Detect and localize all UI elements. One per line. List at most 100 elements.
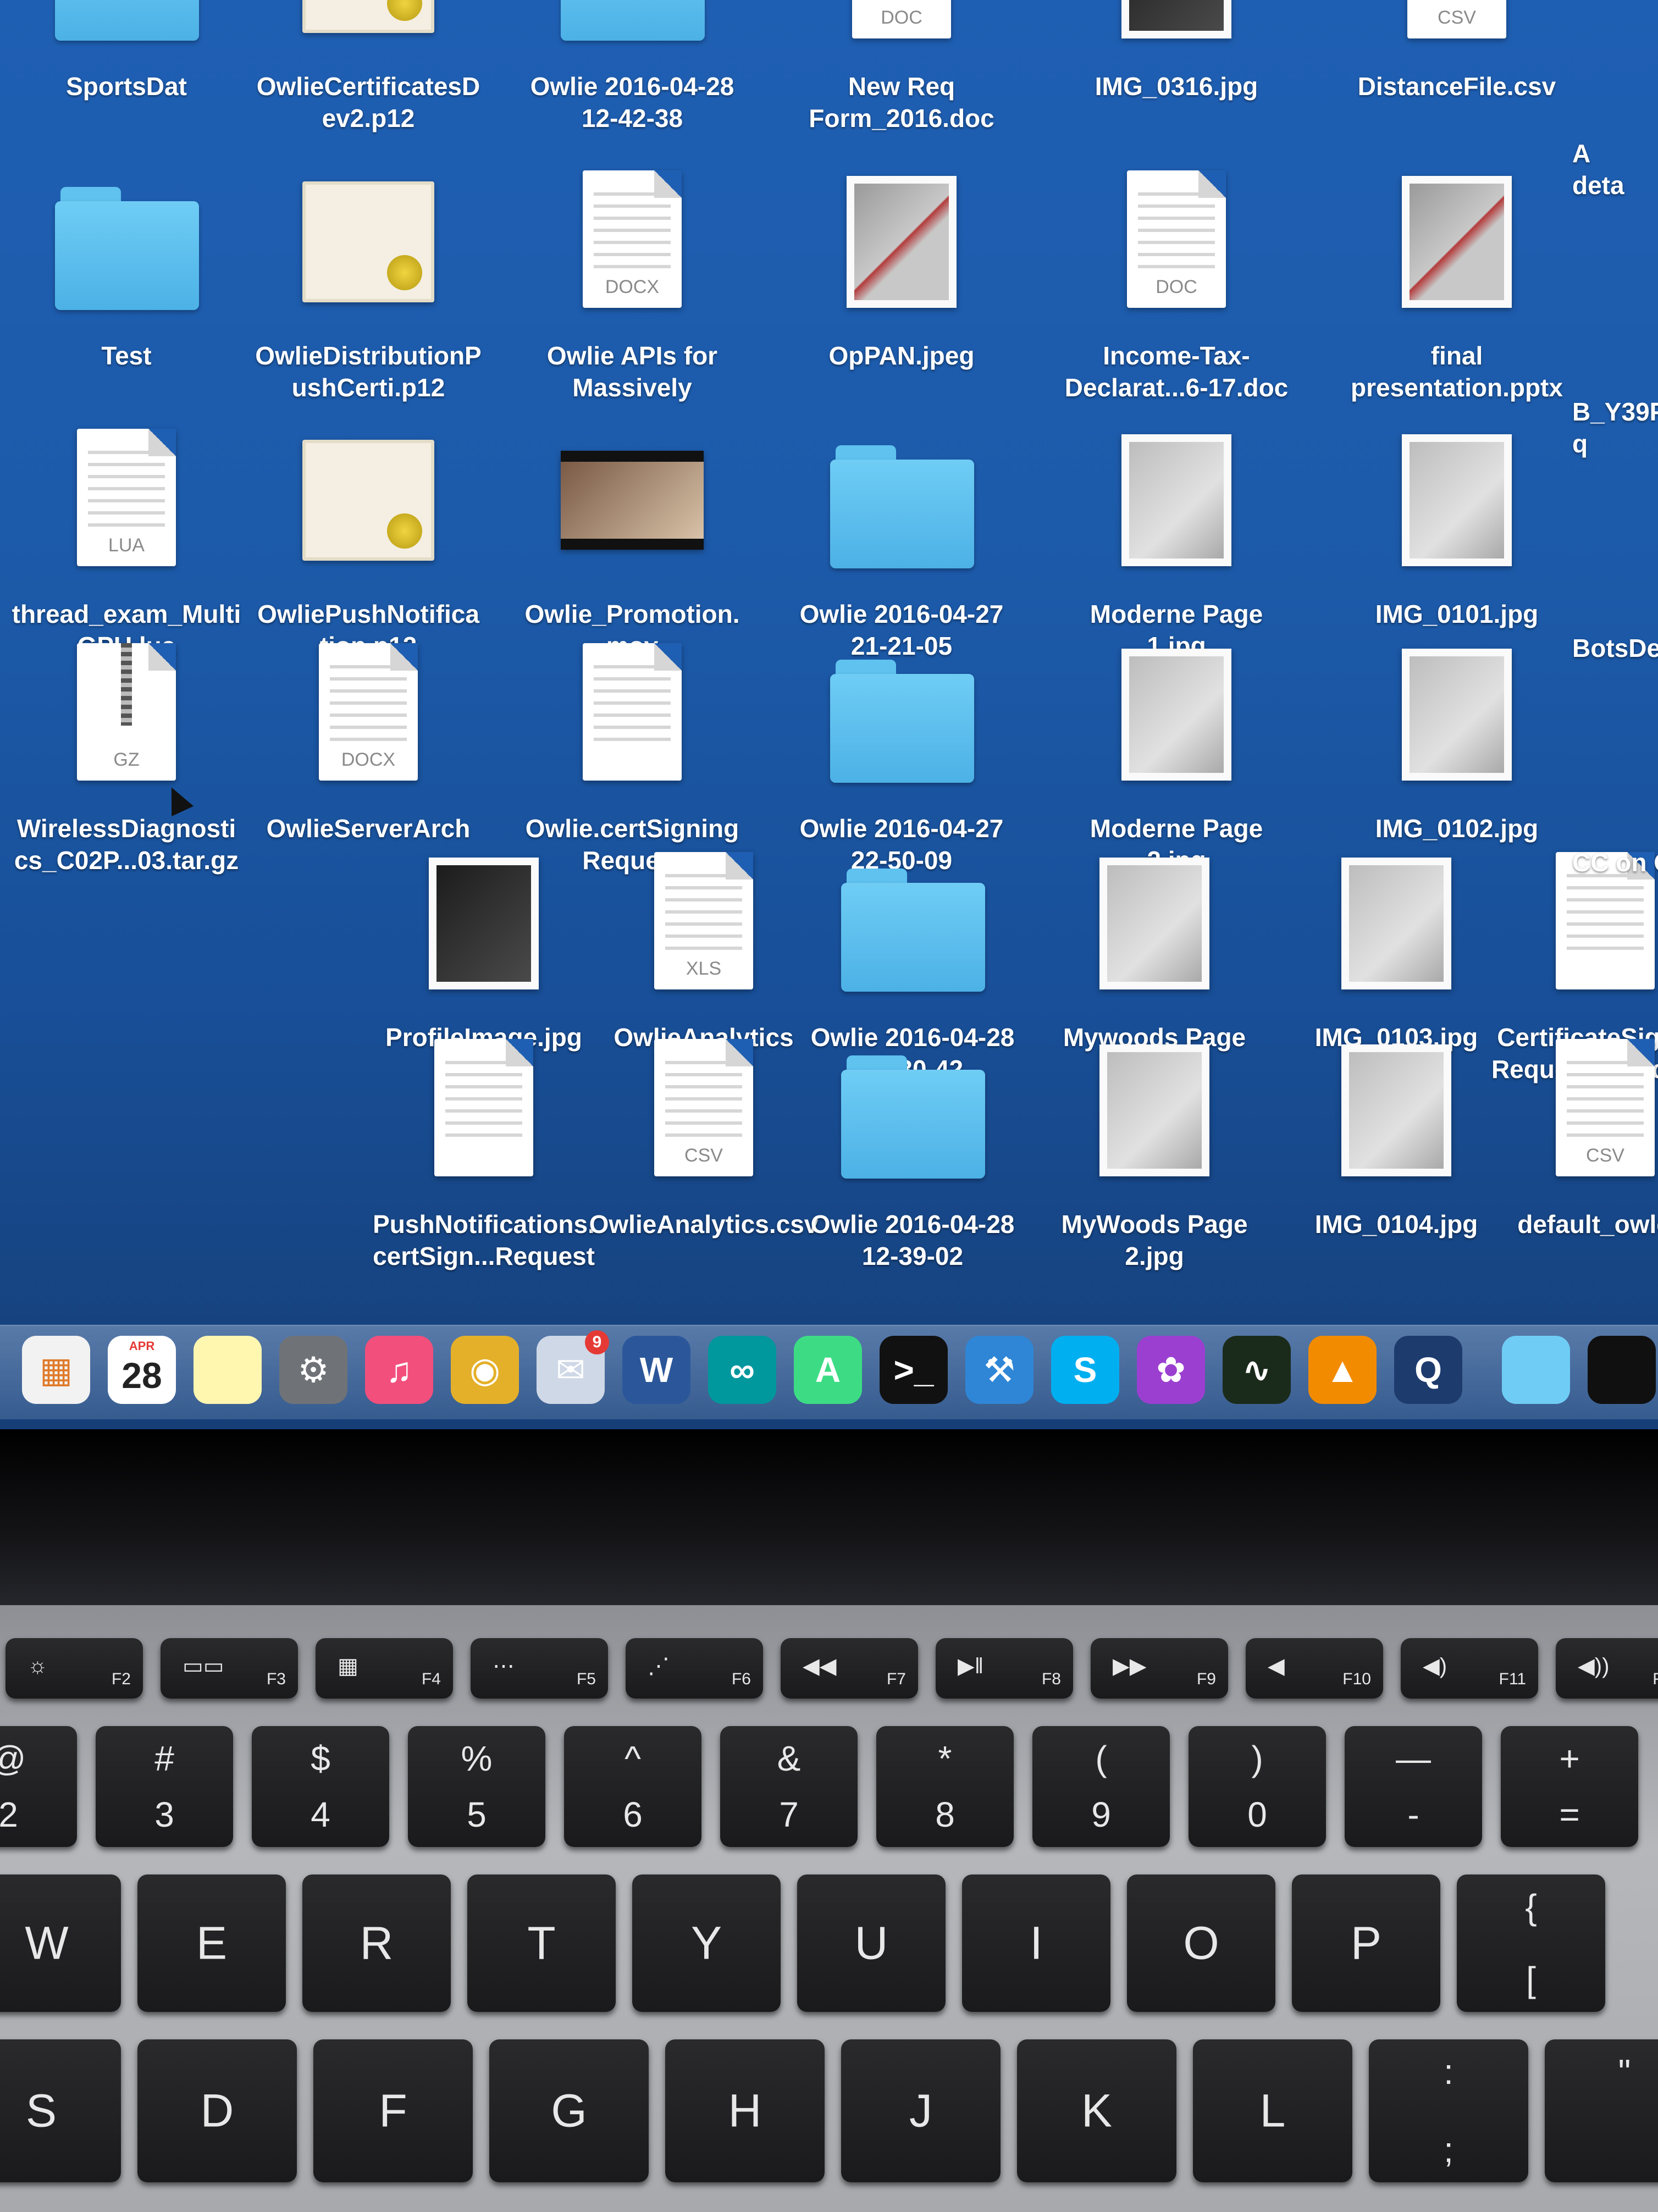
quicktime-icon[interactable]: Q: [1394, 1336, 1462, 1404]
terminal-icon[interactable]: >_: [880, 1336, 948, 1404]
recent-item-icon[interactable]: [1588, 1336, 1656, 1404]
letter-key-i[interactable]: I: [962, 1874, 1110, 2012]
function-key-f8[interactable]: ▶ǁ F8: [936, 1638, 1073, 1699]
desktop-icon[interactable]: PushNotifications. certSign...Request: [363, 1033, 605, 1272]
number-key-0[interactable]: @2: [0, 1726, 77, 1847]
desktop-icon[interactable]: ProfileImage.jpg: [363, 847, 605, 1053]
desktop-icon[interactable]: final presentation.pptx: [1336, 165, 1578, 403]
partial-desktop-icon[interactable]: A deta: [1572, 137, 1658, 201]
letter-key-u[interactable]: U: [797, 1874, 946, 2012]
desktop-icon[interactable]: Owlie 2016-04-27 22-50-09: [781, 638, 1023, 876]
activity-monitor-icon[interactable]: ∿: [1223, 1336, 1291, 1404]
desktop-icon[interactable]: DOC Income-Tax- Declarat...6-17.doc: [1055, 165, 1297, 403]
desktop-icon[interactable]: IMG_0101.jpg: [1336, 423, 1578, 630]
chrome-icon[interactable]: ◉: [451, 1336, 519, 1404]
number-key-9[interactable]: — -: [1345, 1726, 1482, 1847]
number-key-3[interactable]: % 5: [408, 1726, 545, 1847]
number-key-6[interactable]: * 8: [876, 1726, 1014, 1847]
desktop-icon[interactable]: OwliePushNotifica tion.p12: [247, 423, 489, 662]
desktop-icon[interactable]: IMG_0104.jpg: [1275, 1033, 1517, 1240]
function-key-f4[interactable]: ▦ F4: [316, 1638, 453, 1699]
function-key-f5[interactable]: ⋯ F5: [471, 1638, 608, 1699]
letter-key-e[interactable]: E: [137, 1874, 286, 2012]
number-key-8[interactable]: ) 0: [1189, 1726, 1326, 1847]
downloads-folder-icon[interactable]: [1502, 1336, 1570, 1404]
key-letter: K: [1081, 2084, 1113, 2137]
function-key-f3[interactable]: ▭▭ F3: [161, 1638, 298, 1699]
letter-key-l[interactable]: L: [1193, 2039, 1352, 2182]
desktop-icon[interactable]: Owlie 2016-04-27 21-21-05: [781, 423, 1023, 662]
desktop-icon[interactable]: CSV DistanceFile.csv: [1336, 0, 1578, 102]
partial-desktop-icon[interactable]: B_Y39P q: [1572, 396, 1658, 460]
letter-key-h[interactable]: H: [665, 2039, 825, 2182]
partial-desktop-icon[interactable]: BotsDe: [1572, 632, 1658, 664]
desktop-icon[interactable]: Owlie.certSigning Request: [511, 638, 753, 876]
number-key-4[interactable]: ^ 6: [564, 1726, 701, 1847]
vlc-icon[interactable]: ▲: [1308, 1336, 1377, 1404]
letter-key-k[interactable]: K: [1017, 2039, 1176, 2182]
desktop-icon[interactable]: Test: [5, 165, 247, 372]
desktop-icon[interactable]: IMG_0102.jpg: [1336, 638, 1578, 844]
partial-desktop-icon[interactable]: CC on Owlie.j: [1572, 847, 1658, 878]
desktop-icon[interactable]: SportsDat: [5, 0, 247, 102]
punctuation-key[interactable]: :;: [1369, 2039, 1528, 2182]
word-icon[interactable]: W: [622, 1336, 690, 1404]
number-key-10[interactable]: + =: [1501, 1726, 1638, 1847]
letter-key-r[interactable]: R: [302, 1874, 451, 2012]
desktop-icon[interactable]: IMG_0316.jpg: [1055, 0, 1297, 102]
desktop-icon-label: OwlieCertificatesD ev2.p12: [256, 72, 480, 132]
arduino-icon[interactable]: ∞: [708, 1336, 776, 1404]
desktop-icon[interactable]: Moderne Page 1.jpg: [1055, 423, 1297, 662]
letter-key-w[interactable]: W: [0, 1874, 121, 2012]
function-key-f10[interactable]: ◀ F10: [1246, 1638, 1383, 1699]
letter-key-j[interactable]: J: [841, 2039, 1001, 2182]
function-key-f6[interactable]: ⋰ F6: [626, 1638, 763, 1699]
calendar-icon[interactable]: APR 28: [108, 1336, 176, 1404]
desktop-icon[interactable]: Owlie_Promotion. mov: [511, 423, 753, 662]
notes-icon[interactable]: [194, 1336, 262, 1404]
launchpad-icon[interactable]: ▦: [22, 1336, 90, 1404]
letter-key-d[interactable]: D: [137, 2039, 297, 2182]
xcode-icon[interactable]: ⚒: [965, 1336, 1034, 1404]
letter-key-y[interactable]: Y: [632, 1874, 781, 2012]
desktop-icon[interactable]: GZ WirelessDiagnosti cs_C02P...03.tar.gz: [5, 638, 247, 876]
letter-key-f[interactable]: F: [313, 2039, 473, 2182]
desktop-icon[interactable]: OwlieDistributionP ushCerti.p12: [247, 165, 489, 403]
letter-key-g[interactable]: G: [489, 2039, 649, 2182]
desktop-icon[interactable]: OpPAN.jpeg: [781, 165, 1023, 372]
desktop-icon[interactable]: XLS OwlieAnalytics: [583, 847, 825, 1053]
desktop-icon[interactable]: DOC New Req Form_2016.doc: [781, 0, 1023, 134]
desktop-icon[interactable]: CSV OwlieAnalytics.csv: [583, 1033, 825, 1240]
desktop-icon[interactable]: MyWoods Page 2.jpg: [1034, 1033, 1275, 1272]
function-key-f12[interactable]: ◀)) F12: [1556, 1638, 1658, 1699]
desktop-icon[interactable]: IMG_0103.jpg: [1275, 847, 1517, 1053]
skype-icon[interactable]: S: [1051, 1336, 1119, 1404]
desktop-icon[interactable]: Moderne Page 2.jpg: [1055, 638, 1297, 876]
mail-icon[interactable]: ✉ 9: [537, 1330, 609, 1404]
desktop-icon[interactable]: CSV default_owlets: [1484, 1033, 1658, 1240]
android-studio-icon[interactable]: A: [794, 1336, 862, 1404]
punctuation-key[interactable]: ": [1545, 2039, 1658, 2182]
letter-key-t[interactable]: T: [467, 1874, 616, 2012]
desktop-icon[interactable]: DOCX OwlieServerArch: [247, 638, 489, 844]
number-key-2[interactable]: $4: [252, 1726, 389, 1847]
function-key-f7[interactable]: ◀◀ F7: [781, 1638, 918, 1699]
letter-key-p[interactable]: P: [1292, 1874, 1440, 2012]
number-key-5[interactable]: & 7: [720, 1726, 858, 1847]
function-key-f2[interactable]: ☼ F2: [5, 1638, 143, 1699]
desktop-icon[interactable]: Owlie 2016-04-28 12-39-02: [792, 1033, 1034, 1272]
desktop-icon[interactable]: DOCX Owlie APIs for Massively: [511, 165, 753, 403]
bracket-key[interactable]: {[: [1457, 1874, 1605, 2012]
photo-app-icon[interactable]: ✿: [1137, 1336, 1205, 1404]
letter-key-o[interactable]: O: [1127, 1874, 1275, 2012]
function-key-f11[interactable]: ◀) F11: [1401, 1638, 1538, 1699]
function-key-f9[interactable]: ▶▶ F9: [1091, 1638, 1228, 1699]
system-preferences-icon[interactable]: ⚙: [279, 1336, 347, 1404]
letter-key-s[interactable]: S: [0, 2039, 121, 2182]
number-key-1[interactable]: #3: [96, 1726, 233, 1847]
desktop-icon[interactable]: Owlie 2016-04-28 12-42-38: [511, 0, 753, 134]
desktop-icon[interactable]: LUAthread_exam_Multi GPU.lua: [5, 423, 247, 662]
desktop-icon[interactable]: OwlieCertificatesD ev2.p12: [247, 0, 489, 134]
itunes-icon[interactable]: ♫: [365, 1336, 433, 1404]
number-key-7[interactable]: (9: [1032, 1726, 1170, 1847]
